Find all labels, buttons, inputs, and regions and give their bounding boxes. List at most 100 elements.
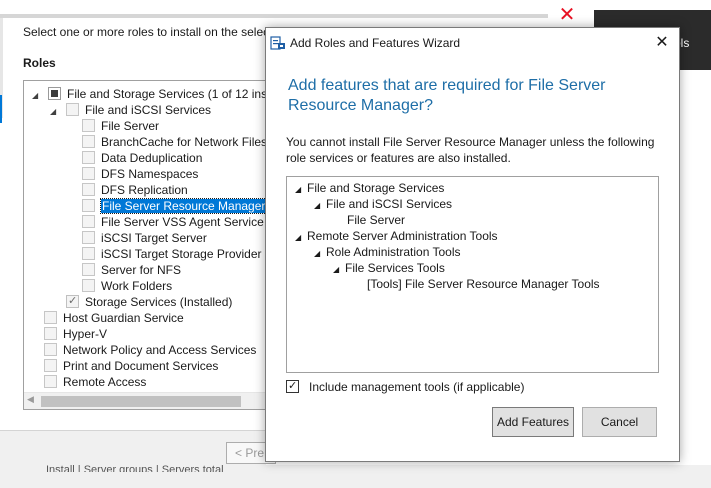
role-item[interactable]: iSCSI Target Storage Provider (VDS and V… [82,246,272,262]
role-label: Hyper-V [63,327,108,341]
role-label: Server for NFS [101,263,182,277]
role-item[interactable]: Network Policy and Access Services [44,342,256,358]
scrollbar-thumb[interactable] [41,396,241,407]
role-label: Print and Document Services [63,359,219,373]
role-label: Data Deduplication [101,151,203,165]
nav-active-indicator [0,95,2,123]
feature-item: File Server [347,212,405,228]
role-item[interactable]: DFS Replication [82,182,188,198]
role-label: File Server Resource Manager [99,198,268,214]
role-item[interactable]: Server for NFS [82,262,181,278]
role-label: File and Storage Services (1 of 12 insta… [67,87,272,101]
role-checkbox[interactable] [44,359,57,372]
roles-instruction: Select one or more roles to install on t… [23,25,268,39]
role-label: File Server VSS Agent Service [101,215,264,229]
title-bar-divider [0,14,548,18]
close-icon[interactable]: ✕ [651,33,673,53]
role-label: File and iSCSI Services [85,103,212,117]
role-checkbox[interactable]: ✓ [66,295,79,308]
role-checkbox[interactable] [82,199,95,212]
role-checkbox[interactable] [82,247,95,260]
role-label: Work Folders [101,279,173,293]
expand-arrow-icon[interactable]: ◢ [295,182,307,198]
role-item[interactable]: File Server [82,118,159,134]
role-label: Remote Access [63,375,147,389]
roles-label: Roles [23,56,56,70]
feature-label: Remote Server Administration Tools [307,229,498,243]
role-checkbox[interactable] [82,167,95,180]
role-item[interactable]: iSCSI Target Server [82,230,207,246]
role-checkbox[interactable] [48,87,61,100]
dialog-description: You cannot install File Server Resource … [286,135,655,165]
expand-arrow-icon[interactable]: ◢ [32,88,42,104]
role-checkbox[interactable] [82,119,95,132]
role-item[interactable]: ◢ File and iSCSI Services [50,102,211,118]
include-tools-checkbox[interactable]: ✓ [286,380,299,393]
role-item[interactable]: Work Folders [82,278,172,294]
role-item[interactable]: Remote Access [44,374,146,390]
dialog-title-bar: Add Roles and Features Wizard ✕ [266,28,679,58]
role-label: File Server [101,119,160,133]
role-item[interactable]: ✓ Storage Services (Installed) [66,294,232,310]
role-label: Host Guardian Service [63,311,184,325]
feature-item: ◢ Role Administration Tools [314,244,461,260]
check-icon: ✓ [68,295,78,307]
role-item[interactable]: Data Deduplication [82,150,202,166]
role-label: BranchCache for Network Files [101,135,268,149]
include-tools-label: Include management tools (if applicable) [309,380,525,394]
feature-label: File and Storage Services [307,181,445,195]
cancel-button[interactable]: Cancel [582,407,657,437]
role-label: DFS Namespaces [101,167,199,181]
role-checkbox[interactable] [82,231,95,244]
feature-label: [Tools] File Server Resource Manager Too… [367,277,600,291]
expand-arrow-icon[interactable]: ◢ [295,230,307,246]
role-item[interactable]: File Server Resource Manager [82,198,268,214]
feature-label: File Server [347,213,406,227]
dashboard-text: Install | Server groups | Servers total [46,464,224,472]
role-checkbox[interactable] [82,279,95,292]
role-item[interactable]: ◢ File and Storage Services (1 of 12 inst… [32,86,272,104]
feature-label: File and iSCSI Services [326,197,453,211]
role-checkbox[interactable] [44,311,57,324]
role-checkbox[interactable] [82,151,95,164]
feature-item: ◢ File and iSCSI Services [314,196,452,212]
include-management-tools[interactable]: ✓ Include management tools (if applicable… [286,379,524,395]
role-checkbox[interactable] [44,343,57,356]
scroll-left-icon[interactable]: ◀ [27,394,34,405]
feature-item: ◢ File Services Tools [333,260,445,276]
role-checkbox[interactable] [82,215,95,228]
expand-arrow-icon[interactable]: ◢ [333,262,345,278]
role-label: DFS Replication [101,183,188,197]
roles-tree[interactable]: ◢ File and Storage Services (1 of 12 inst… [23,80,273,410]
role-checkbox[interactable] [44,327,57,340]
role-label: Storage Services (Installed) [85,295,233,309]
role-checkbox[interactable] [82,263,95,276]
feature-item: ◢ Remote Server Administration Tools [295,228,498,244]
role-item[interactable]: File Server VSS Agent Service [82,214,264,230]
role-checkbox[interactable] [66,103,79,116]
dialog-heading: Add features that are required for File … [288,77,606,114]
role-label: iSCSI Target Server [101,231,207,245]
check-icon: ✓ [288,380,298,392]
feature-label: Role Administration Tools [326,245,461,259]
expand-arrow-icon[interactable]: ◢ [314,246,326,262]
role-checkbox[interactable] [82,183,95,196]
role-item[interactable]: Host Guardian Service [44,310,184,326]
role-checkbox[interactable] [44,375,57,388]
role-label: iSCSI Target Storage Provider (VDS and V… [101,247,272,261]
role-item[interactable]: Hyper-V [44,326,107,342]
add-features-button[interactable]: Add Features [492,407,574,437]
feature-item: ◢ File and Storage Services [295,180,444,196]
add-features-dialog: Add Roles and Features Wizard ✕ Add feat… [265,27,680,462]
role-item[interactable]: DFS Namespaces [82,166,198,182]
required-features-tree[interactable]: ◢ File and Storage Services ◢ File and iSCS… [286,176,659,373]
expand-arrow-icon[interactable]: ◢ [50,104,60,120]
role-item[interactable]: Print and Document Services [44,358,218,374]
role-item[interactable]: BranchCache for Network Files [82,134,267,150]
role-checkbox[interactable] [82,135,95,148]
expand-arrow-icon[interactable]: ◢ [314,198,326,214]
wizard-icon [270,35,286,51]
horizontal-scrollbar[interactable]: ◀ [24,392,272,409]
feature-label: File Services Tools [345,261,445,275]
close-red-icon[interactable]: ✕ [556,4,578,26]
